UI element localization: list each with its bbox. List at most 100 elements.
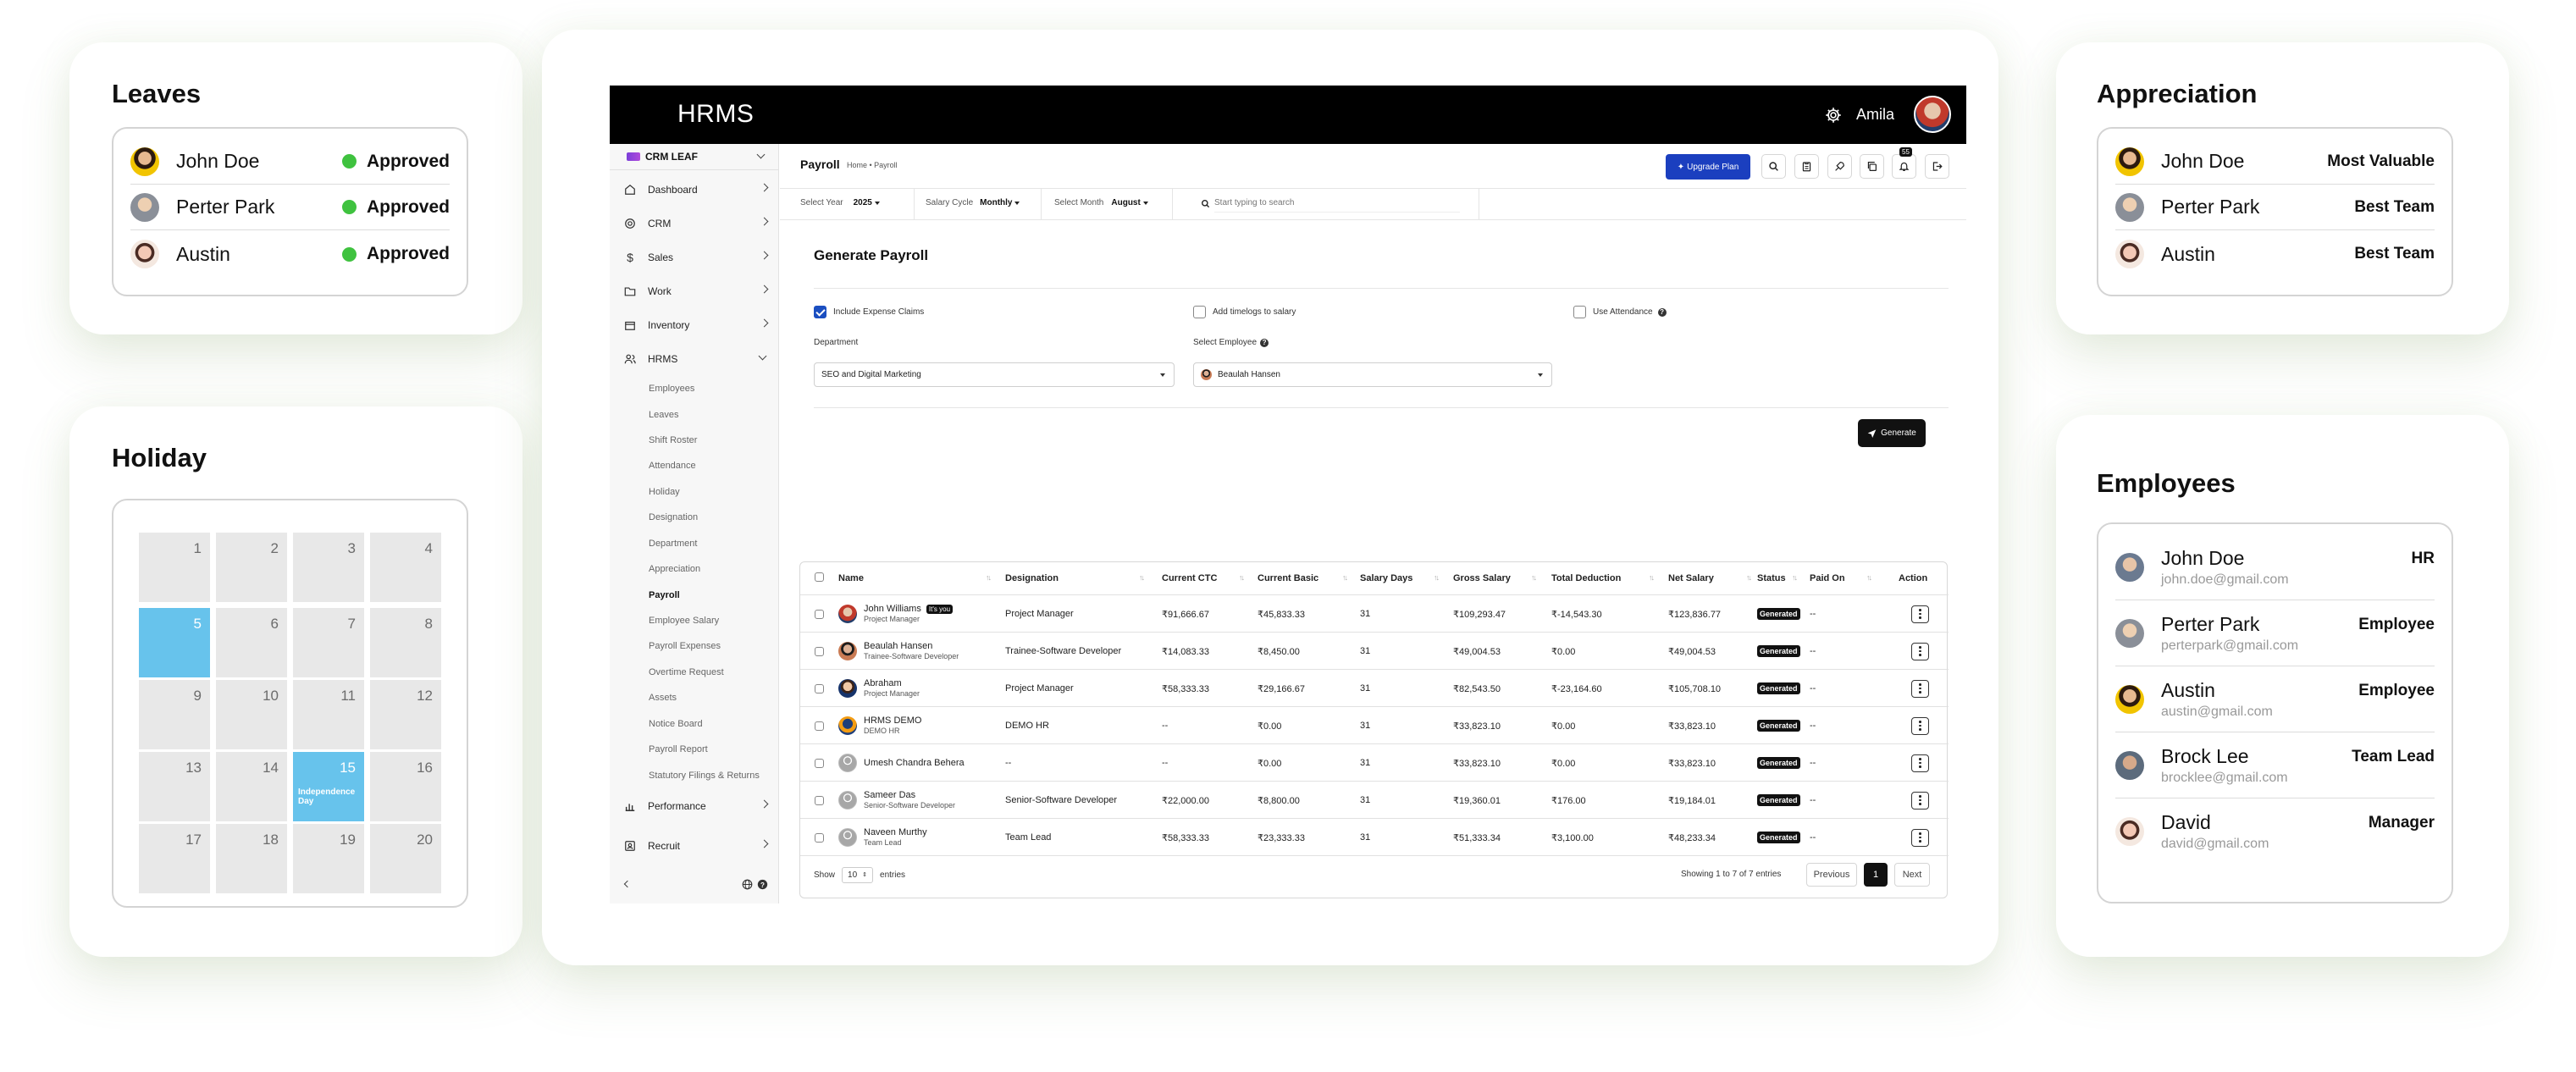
table-row[interactable]: Sameer Das Senior-Software Developer Seni… bbox=[800, 781, 1949, 818]
sidebar-subitem-assets[interactable]: Assets bbox=[649, 693, 677, 703]
employee-select[interactable]: Beaulah Hansen bbox=[1193, 362, 1552, 387]
previous-page-button[interactable]: Previous bbox=[1806, 863, 1857, 887]
table-row[interactable]: Naveen Murthy Team Lead Team Lead ₹58,333… bbox=[800, 818, 1949, 855]
checkbox-checked[interactable] bbox=[814, 306, 826, 318]
calendar-day[interactable]: 2 bbox=[216, 533, 287, 602]
search-input[interactable] bbox=[1214, 194, 1460, 213]
list-item[interactable]: John Doe Most Valuable bbox=[2115, 139, 2435, 185]
list-item[interactable]: Austin Approved bbox=[130, 230, 450, 278]
sidebar-subitem-shift-roster[interactable]: Shift Roster bbox=[649, 435, 697, 445]
list-item[interactable]: John Doe Approved bbox=[130, 139, 450, 185]
department-select[interactable]: SEO and Digital Marketing bbox=[814, 362, 1175, 387]
list-item[interactable]: Brock Lee brocklee@gmail.com Team Lead bbox=[2115, 732, 2435, 798]
sidebar-subitem-notice-board[interactable]: Notice Board bbox=[649, 719, 703, 729]
row-checkbox[interactable] bbox=[815, 609, 824, 619]
salary-cycle-filter[interactable]: Salary Cycle Monthly bbox=[926, 198, 1020, 207]
table-row[interactable]: Beaulah Hansen Trainee-Software Developer… bbox=[800, 632, 1949, 669]
add-timelogs-checkbox[interactable]: Add timelogs to salary bbox=[1193, 306, 1296, 318]
list-item[interactable]: Austin austin@gmail.com Employee bbox=[2115, 666, 2435, 732]
calendar-day[interactable]: 1 bbox=[139, 533, 210, 602]
help-circle-icon[interactable]: ? bbox=[1260, 338, 1269, 347]
calendar-day-holiday[interactable]: 5 bbox=[139, 608, 210, 677]
calendar-day[interactable]: 19 bbox=[293, 824, 364, 893]
sidebar-subitem-employees[interactable]: Employees bbox=[649, 384, 694, 394]
calendar-day[interactable]: 12 bbox=[370, 680, 441, 749]
column-header-salary-days[interactable]: Salary Days bbox=[1360, 562, 1412, 594]
table-row[interactable]: Abraham Project Manager Project Manager ₹… bbox=[800, 669, 1949, 706]
calendar-day[interactable]: 8 bbox=[370, 608, 441, 677]
row-checkbox[interactable] bbox=[815, 832, 824, 843]
column-header-gross-salary[interactable]: Gross Salary bbox=[1453, 562, 1511, 594]
settings-gear-icon[interactable] bbox=[1824, 106, 1843, 124]
calendar-day-holiday[interactable]: 15 Independence Day bbox=[293, 752, 364, 821]
table-row[interactable]: Umesh Chandra Behera -- -- ₹0.00 31 ₹33,… bbox=[800, 743, 1949, 781]
calendar-day[interactable]: 10 bbox=[216, 680, 287, 749]
list-item[interactable]: Perter Park Best Team bbox=[2115, 185, 2435, 230]
sidebar-subitem-payroll[interactable]: Payroll bbox=[649, 590, 680, 600]
row-actions-button[interactable] bbox=[1911, 642, 1929, 660]
sidebar-item-crm[interactable]: CRM bbox=[610, 211, 779, 236]
calendar-day[interactable]: 14 bbox=[216, 752, 287, 821]
notifications-button[interactable]: 55 bbox=[1892, 147, 1916, 179]
workspace-switcher[interactable]: CRM LEAF bbox=[610, 144, 779, 169]
row-actions-button[interactable] bbox=[1911, 791, 1929, 810]
generate-button[interactable]: Generate bbox=[1858, 419, 1926, 447]
calendar-day[interactable]: 4 bbox=[370, 533, 441, 602]
checkbox[interactable] bbox=[1193, 306, 1206, 318]
include-expense-checkbox[interactable]: Include Expense Claims bbox=[814, 306, 924, 318]
list-item[interactable]: Perter Park Approved bbox=[130, 185, 450, 230]
row-actions-button[interactable] bbox=[1911, 828, 1929, 847]
row-actions-button[interactable] bbox=[1911, 679, 1929, 698]
row-checkbox[interactable] bbox=[815, 795, 824, 805]
calendar-day[interactable]: 9 bbox=[139, 680, 210, 749]
month-filter[interactable]: Select Month August bbox=[1054, 198, 1148, 207]
calendar-day[interactable]: 7 bbox=[293, 608, 364, 677]
sidebar-subitem-employee-salary[interactable]: Employee Salary bbox=[649, 616, 719, 626]
collapse-sidebar-button[interactable] bbox=[622, 879, 633, 891]
sidebar-subitem-attendance[interactable]: Attendance bbox=[649, 461, 696, 471]
clipboard-button[interactable] bbox=[1794, 154, 1819, 179]
page-size-select[interactable]: 10 ⇕ bbox=[842, 866, 874, 883]
column-header-name[interactable]: Name bbox=[838, 562, 864, 594]
calendar-day[interactable]: 6 bbox=[216, 608, 287, 677]
list-item[interactable]: Austin Best Team bbox=[2115, 230, 2435, 278]
calendar-day[interactable]: 18 bbox=[216, 824, 287, 893]
calendar-day[interactable]: 3 bbox=[293, 533, 364, 602]
page-1-button[interactable]: 1 bbox=[1864, 863, 1888, 887]
employee-name[interactable]: HRMS DEMO bbox=[864, 716, 921, 726]
row-checkbox[interactable] bbox=[815, 758, 824, 768]
column-header-total-deduction[interactable]: Total Deduction bbox=[1551, 562, 1621, 594]
calendar-day[interactable]: 11 bbox=[293, 680, 364, 749]
row-checkbox[interactable] bbox=[815, 683, 824, 693]
logout-button[interactable] bbox=[1925, 154, 1949, 179]
calendar-day[interactable]: 17 bbox=[139, 824, 210, 893]
table-row[interactable]: John Williams It's you Project Manager Pr… bbox=[800, 594, 1949, 632]
sidebar-subitem-designation[interactable]: Designation bbox=[649, 512, 698, 522]
row-checkbox[interactable] bbox=[815, 721, 824, 731]
sidebar-item-hrms[interactable]: HRMS bbox=[610, 346, 779, 372]
sidebar-item-work[interactable]: Work bbox=[610, 279, 779, 304]
upgrade-plan-button[interactable]: ✦ Upgrade Plan bbox=[1666, 154, 1750, 180]
calendar-day[interactable]: 16 bbox=[370, 752, 441, 821]
sidebar-subitem-payroll-expenses[interactable]: Payroll Expenses bbox=[649, 641, 721, 651]
calendar-day[interactable]: 20 bbox=[370, 824, 441, 893]
sidebar-subitem-overtime-request[interactable]: Overtime Request bbox=[649, 667, 724, 677]
list-item[interactable]: John Doe john.doe@gmail.com HR bbox=[2115, 534, 2435, 600]
sidebar-item-sales[interactable]: $ Sales bbox=[610, 245, 779, 270]
sidebar-subitem-payroll-report[interactable]: Payroll Report bbox=[649, 744, 708, 754]
sidebar-subitem-leaves[interactable]: Leaves bbox=[649, 410, 678, 420]
year-filter[interactable]: Select Year 2025 bbox=[800, 198, 880, 207]
checkbox[interactable] bbox=[1573, 306, 1586, 318]
user-name[interactable]: Amila bbox=[1856, 106, 1894, 124]
next-page-button[interactable]: Next bbox=[1894, 863, 1930, 887]
rocket-button[interactable] bbox=[1827, 154, 1852, 179]
sidebar-subitem-holiday[interactable]: Holiday bbox=[649, 487, 680, 497]
employee-name[interactable]: Abraham bbox=[864, 678, 902, 688]
copy-button[interactable] bbox=[1860, 154, 1884, 179]
employee-name[interactable]: Umesh Chandra Behera bbox=[864, 758, 965, 768]
sidebar-item-dashboard[interactable]: Dashboard bbox=[610, 177, 779, 202]
column-header-current-basic[interactable]: Current Basic bbox=[1258, 562, 1318, 594]
column-header-net-salary[interactable]: Net Salary bbox=[1668, 562, 1714, 594]
list-item[interactable]: Perter Park perterpark@gmail.com Employe… bbox=[2115, 600, 2435, 666]
employee-name[interactable]: Naveen Murthy bbox=[864, 827, 927, 837]
